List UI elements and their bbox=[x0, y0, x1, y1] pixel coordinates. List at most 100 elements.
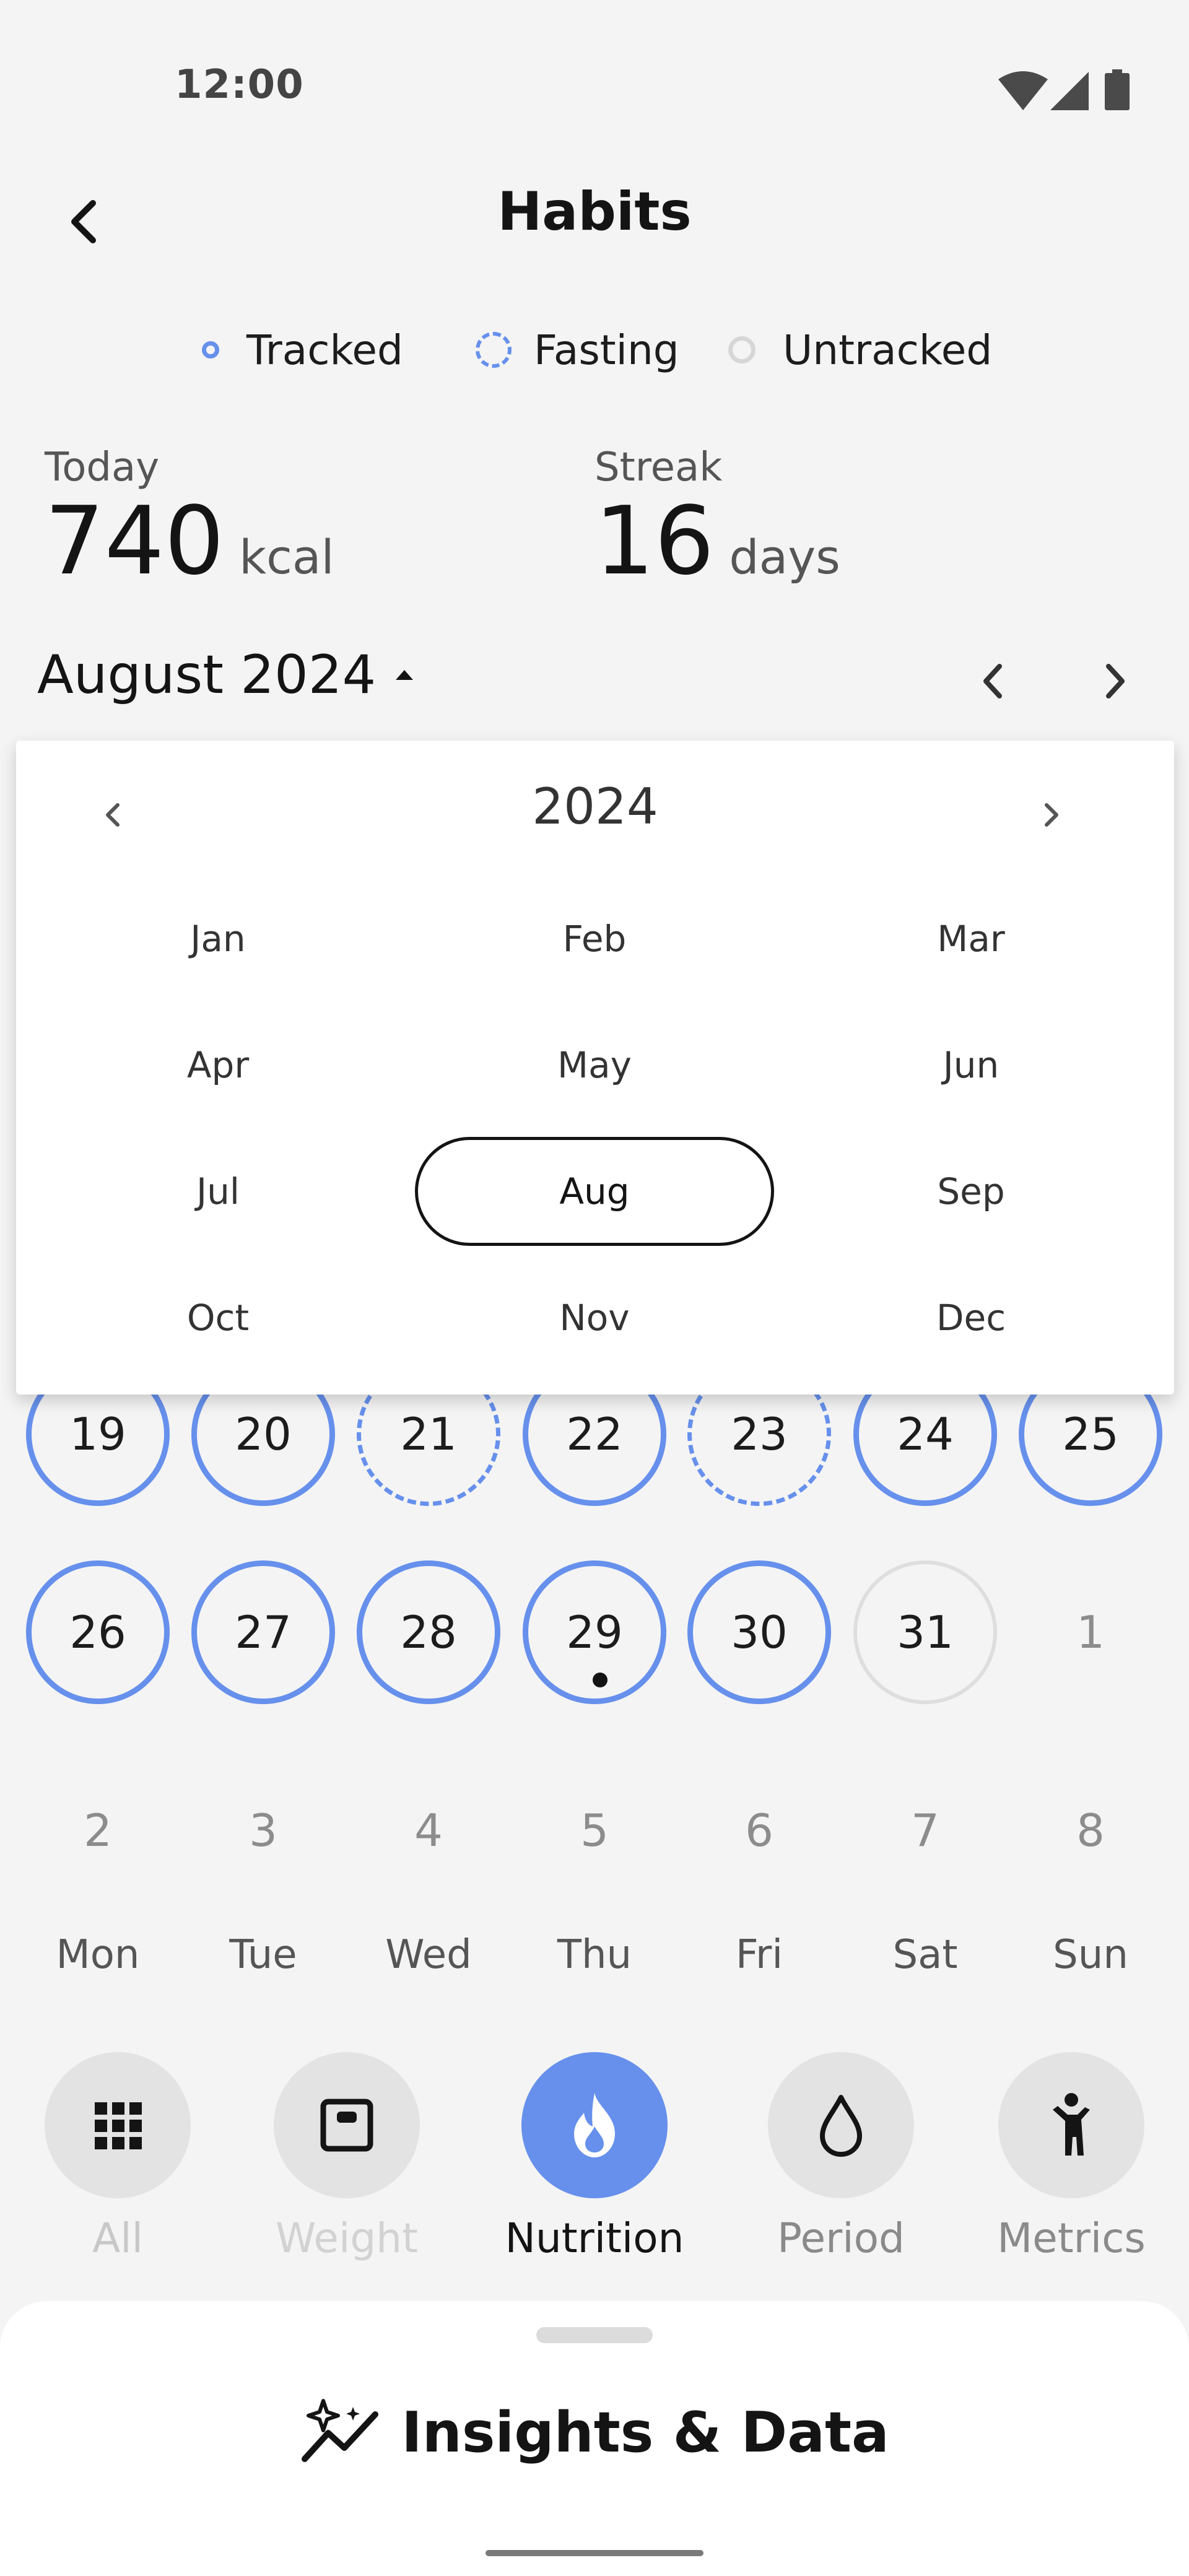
day-number: 1 bbox=[1076, 1606, 1105, 1658]
legend-label: Fasting bbox=[534, 326, 679, 374]
battery-icon bbox=[1105, 69, 1130, 110]
calendar-day[interactable]: 30 bbox=[687, 1560, 831, 1704]
calendar-day[interactable]: 6 bbox=[687, 1759, 831, 1902]
flame-icon bbox=[560, 2088, 629, 2162]
calendar-day[interactable]: 4 bbox=[357, 1759, 500, 1902]
sparkle-chart-icon bbox=[302, 2399, 379, 2462]
drop-icon bbox=[810, 2091, 872, 2159]
weekday-label: Sun bbox=[1053, 1932, 1128, 1978]
grid-icon bbox=[90, 2097, 146, 2153]
status-time: 12:00 bbox=[175, 62, 304, 108]
day-number: 21 bbox=[400, 1408, 457, 1460]
legend-label: Tracked bbox=[246, 326, 403, 374]
category-metrics-button[interactable] bbox=[998, 2052, 1144, 2198]
month-option[interactable]: Jul bbox=[38, 1137, 398, 1246]
day-number: 23 bbox=[731, 1408, 788, 1460]
today-unit: kcal bbox=[239, 529, 334, 585]
person-icon bbox=[1040, 2091, 1102, 2159]
category-label[interactable]: Nutrition bbox=[489, 2214, 700, 2262]
legend-label: Untracked bbox=[783, 326, 993, 374]
month-option[interactable]: May bbox=[415, 1011, 774, 1120]
day-number: 28 bbox=[400, 1606, 457, 1658]
wifi-icon bbox=[998, 71, 1048, 110]
calendar-day[interactable]: 1 bbox=[1019, 1560, 1162, 1704]
today-stat: Today 740 kcal bbox=[45, 445, 334, 588]
calendar-day[interactable]: 27 bbox=[191, 1560, 335, 1704]
insights-label: Insights & Data bbox=[401, 2400, 889, 2465]
day-number: 19 bbox=[69, 1408, 126, 1460]
weekday-label: Tue bbox=[229, 1932, 297, 1978]
category-all-button[interactable] bbox=[45, 2052, 191, 2198]
signal-icon bbox=[1050, 72, 1089, 110]
category-label[interactable]: All bbox=[12, 2214, 223, 2262]
status-icons bbox=[998, 67, 1136, 111]
category-label[interactable]: Period bbox=[736, 2214, 946, 2262]
month-grid: Jan Feb Mar Apr May Jun Jul Aug Sep Oct Nov Dec bbox=[16, 741, 1174, 1395]
month-option[interactable]: Oct bbox=[38, 1263, 398, 1372]
weekday-label: Fri bbox=[735, 1932, 783, 1978]
insights-title[interactable]: Insights & Data bbox=[0, 2389, 1189, 2476]
sheet-handle[interactable] bbox=[536, 2327, 653, 2343]
calendar-day[interactable]: 31 bbox=[853, 1560, 997, 1704]
day-number: 7 bbox=[911, 1804, 939, 1856]
streak-unit: days bbox=[729, 529, 840, 585]
prev-month-button[interactable] bbox=[964, 651, 1023, 711]
day-number: 3 bbox=[249, 1804, 277, 1856]
legend-tracked: Tracked bbox=[202, 322, 403, 378]
weekday-label: Wed bbox=[385, 1932, 472, 1978]
weekday-label: Sat bbox=[892, 1932, 958, 1978]
month-option-selected[interactable]: Aug bbox=[415, 1137, 774, 1246]
chevron-left-icon bbox=[983, 664, 1002, 698]
month-option[interactable]: Apr bbox=[38, 1011, 398, 1120]
month-option[interactable]: Nov bbox=[415, 1263, 774, 1372]
calendar-day[interactable]: 5 bbox=[523, 1759, 666, 1902]
weekday-label: Thu bbox=[557, 1932, 632, 1978]
chevron-right-icon bbox=[1106, 664, 1125, 698]
day-number: 5 bbox=[580, 1804, 609, 1856]
calendar-day[interactable]: 8 bbox=[1019, 1759, 1162, 1902]
today-label: Today bbox=[45, 445, 160, 490]
month-option[interactable]: Jun bbox=[791, 1011, 1151, 1120]
category-label[interactable]: Weight bbox=[242, 2214, 452, 2262]
day-number: 2 bbox=[84, 1804, 112, 1856]
scale-icon bbox=[316, 2094, 378, 2156]
month-option[interactable]: Mar bbox=[791, 884, 1151, 993]
day-number: 31 bbox=[897, 1606, 954, 1658]
day-number: 4 bbox=[414, 1804, 443, 1856]
day-number: 25 bbox=[1062, 1408, 1119, 1460]
day-number: 8 bbox=[1076, 1804, 1105, 1856]
today-value: 740 bbox=[45, 486, 225, 596]
day-number: 29 bbox=[566, 1606, 623, 1658]
calendar-day[interactable]: 26 bbox=[26, 1560, 170, 1704]
day-number: 26 bbox=[69, 1606, 126, 1658]
category-label[interactable]: Metrics bbox=[966, 2214, 1177, 2262]
legend-untracked: Untracked bbox=[728, 322, 992, 378]
streak-value: 16 bbox=[594, 486, 715, 596]
month-picker-popup: 2024 Jan Feb Mar Apr May Jun Jul Aug Sep Oct Nov De… bbox=[16, 741, 1174, 1395]
untracked-dot-icon bbox=[728, 336, 756, 363]
calendar-day[interactable]: 7 bbox=[853, 1759, 997, 1902]
day-number: 27 bbox=[235, 1606, 292, 1658]
month-option[interactable]: Jan bbox=[38, 884, 398, 993]
category-period-button[interactable] bbox=[768, 2052, 914, 2198]
day-number: 20 bbox=[235, 1408, 292, 1460]
caret-up-icon bbox=[396, 670, 414, 680]
calendar-day[interactable]: 3 bbox=[191, 1759, 335, 1902]
insights-sheet[interactable]: Insights & Data bbox=[0, 2301, 1189, 2576]
home-indicator[interactable] bbox=[486, 2550, 703, 2556]
calendar-day[interactable]: 2 bbox=[26, 1759, 170, 1902]
category-nutrition-button[interactable] bbox=[521, 2052, 668, 2198]
today-indicator-dot bbox=[593, 1673, 608, 1687]
month-option[interactable]: Sep bbox=[791, 1137, 1151, 1246]
day-number: 30 bbox=[731, 1606, 788, 1658]
category-weight-button[interactable] bbox=[274, 2052, 420, 2198]
day-number: 22 bbox=[566, 1408, 623, 1460]
page-title: Habits bbox=[497, 181, 692, 243]
calendar-day[interactable]: 28 bbox=[357, 1560, 500, 1704]
next-month-button[interactable] bbox=[1085, 651, 1144, 711]
calendar-day[interactable]: 29 bbox=[523, 1560, 666, 1704]
month-selector[interactable]: August 2024 bbox=[37, 644, 417, 706]
month-option[interactable]: Dec bbox=[791, 1263, 1151, 1372]
month-option[interactable]: Feb bbox=[415, 884, 774, 993]
streak-label: Streak bbox=[594, 445, 723, 490]
